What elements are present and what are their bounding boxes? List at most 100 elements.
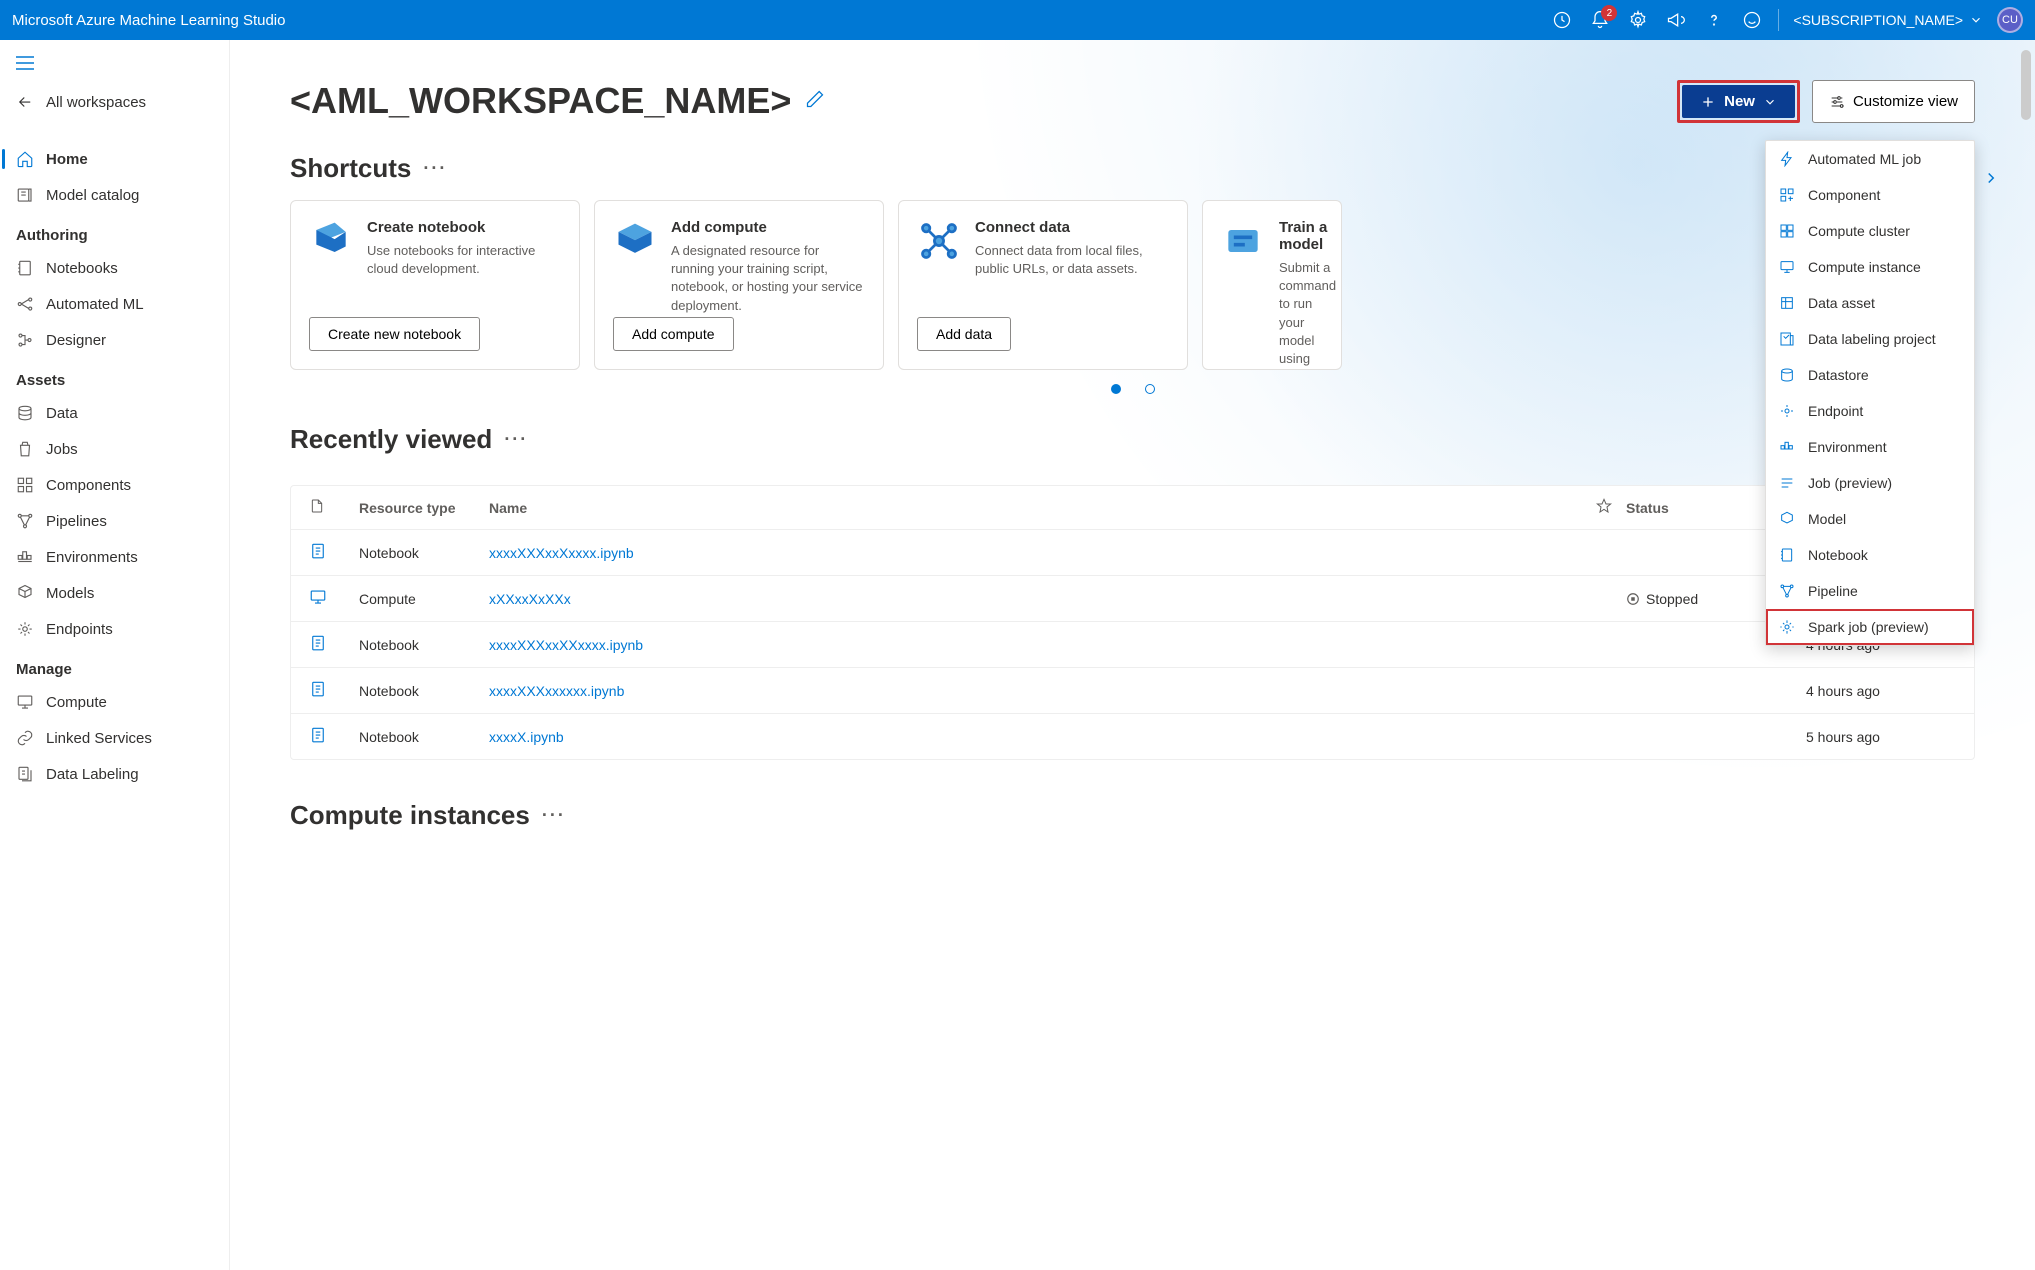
new-menu-data-asset[interactable]: Data asset — [1766, 285, 1974, 321]
shortcut-card: Connect dataConnect data from local file… — [898, 200, 1188, 370]
new-menu-compute-cluster[interactable]: Compute cluster — [1766, 213, 1974, 249]
new-button-highlight: New — [1677, 80, 1800, 123]
recent-icon[interactable] — [1550, 8, 1574, 32]
notebook-icon — [1778, 546, 1796, 564]
new-menu-component[interactable]: Component — [1766, 177, 1974, 213]
new-menu-model[interactable]: Model — [1766, 501, 1974, 537]
more-icon[interactable]: ··· — [423, 158, 447, 179]
job-icon — [1778, 474, 1796, 492]
automl-icon — [16, 295, 34, 313]
table-row[interactable]: Notebook xxxxXXXxxXXxxxx.ipynb 4 hours a… — [291, 622, 1974, 668]
divider — [1778, 9, 1779, 31]
more-icon[interactable]: ··· — [504, 429, 528, 450]
labeling-icon — [1778, 330, 1796, 348]
all-workspaces-label: All workspaces — [46, 94, 146, 111]
help-icon[interactable] — [1702, 8, 1726, 32]
sidebar-item-models[interactable]: Models — [0, 575, 229, 611]
new-menu-automated-ml-job[interactable]: Automated ML job — [1766, 141, 1974, 177]
new-menu-data-labeling[interactable]: Data labeling project — [1766, 321, 1974, 357]
new-menu-endpoint[interactable]: Endpoint — [1766, 393, 1974, 429]
table-row[interactable]: Notebook xxxxXXXxxxxxx.ipynb 4 hours ago — [291, 668, 1974, 714]
shortcut-desc: Connect data from local files, public UR… — [975, 242, 1169, 278]
workspace-title: <AML_WORKSPACE_NAME> — [290, 80, 791, 122]
table-row[interactable]: Notebook xxxxX.ipynb 5 hours ago — [291, 714, 1974, 759]
environment-icon — [1778, 438, 1796, 456]
new-menu-job[interactable]: Job (preview) — [1766, 465, 1974, 501]
new-menu-pipeline[interactable]: Pipeline — [1766, 573, 1974, 609]
resource-link[interactable]: xxxxXXXxxxxxx.ipynb — [489, 683, 1596, 699]
model-icon — [1778, 510, 1796, 528]
shortcuts-next-button[interactable] — [1977, 164, 2005, 192]
components-icon — [16, 476, 34, 494]
endpoint-icon — [1778, 402, 1796, 420]
sidebar-section-manage: Manage — [0, 647, 229, 684]
pager-dot[interactable] — [1111, 384, 1121, 394]
sidebar-item-linked-services[interactable]: Linked Services — [0, 720, 229, 756]
cluster-icon — [1778, 222, 1796, 240]
table-row[interactable]: Notebook xxxxXXXxxXxxxx.ipynb 3 hours ag… — [291, 530, 1974, 576]
compute-icon — [16, 693, 34, 711]
edit-icon[interactable] — [805, 89, 825, 114]
file-icon — [309, 498, 359, 517]
avatar[interactable]: CU — [1997, 7, 2023, 33]
add-compute-button[interactable]: Add compute — [613, 317, 734, 351]
new-button[interactable]: New — [1682, 85, 1795, 118]
arrow-left-icon — [16, 93, 34, 111]
sidebar-section-authoring: Authoring — [0, 213, 229, 250]
notebook-row-icon — [309, 680, 359, 701]
megaphone-icon[interactable] — [1664, 8, 1688, 32]
scrollbar-thumb[interactable] — [2021, 50, 2031, 120]
star-icon[interactable] — [1596, 498, 1626, 517]
collapse-sidebar-button[interactable] — [0, 48, 229, 83]
spark-icon — [1778, 618, 1796, 636]
all-workspaces-link[interactable]: All workspaces — [0, 83, 229, 121]
sidebar-item-data[interactable]: Data — [0, 395, 229, 431]
customize-view-button[interactable]: Customize view — [1812, 80, 1975, 123]
feedback-icon[interactable] — [1740, 8, 1764, 32]
dataasset-icon — [1778, 294, 1796, 312]
sidebar-item-automated-ml[interactable]: Automated ML — [0, 286, 229, 322]
endpoints-icon — [16, 620, 34, 638]
label-icon — [16, 765, 34, 783]
resource-link[interactable]: xxxxX.ipynb — [489, 729, 1596, 745]
pager-dot[interactable] — [1145, 384, 1155, 394]
subscription-selector[interactable]: <SUBSCRIPTION_NAME> — [1793, 12, 1983, 28]
new-menu-environment[interactable]: Environment — [1766, 429, 1974, 465]
add-data-button[interactable]: Add data — [917, 317, 1011, 351]
sidebar-item-designer[interactable]: Designer — [0, 322, 229, 358]
sidebar-item-components[interactable]: Components — [0, 467, 229, 503]
sidebar-item-home[interactable]: Home — [0, 141, 229, 177]
new-menu-notebook[interactable]: Notebook — [1766, 537, 1974, 573]
recent-heading: Recently viewed··· — [290, 424, 528, 455]
sidebar-item-endpoints[interactable]: Endpoints — [0, 611, 229, 647]
resource-link[interactable]: xxxxXXXxxXXxxxx.ipynb — [489, 637, 1596, 653]
resource-link[interactable]: xxxxXXXxxXxxxx.ipynb — [489, 545, 1596, 561]
sidebar-item-compute[interactable]: Compute — [0, 684, 229, 720]
more-icon[interactable]: ··· — [542, 805, 566, 826]
models-icon — [16, 584, 34, 602]
sidebar-item-environments[interactable]: Environments — [0, 539, 229, 575]
sidebar-item-jobs[interactable]: Jobs — [0, 431, 229, 467]
create-notebook-button[interactable]: Create new notebook — [309, 317, 480, 351]
chevron-down-icon — [1763, 95, 1777, 109]
table-row[interactable]: Compute xXXxxXxXXx Stopped 3 hours ago — [291, 576, 1974, 622]
new-menu-compute-instance[interactable]: Compute instance — [1766, 249, 1974, 285]
shortcut-desc: A designated resource for running your t… — [671, 242, 865, 315]
sidebar-item-model-catalog[interactable]: Model catalog — [0, 177, 229, 213]
new-menu-datastore[interactable]: Datastore — [1766, 357, 1974, 393]
settings-icon[interactable] — [1626, 8, 1650, 32]
resource-link[interactable]: xXXxxXxXXx — [489, 591, 1596, 607]
notebook-row-icon — [309, 542, 359, 563]
new-menu-spark-job[interactable]: Spark job (preview) — [1766, 609, 1974, 645]
shortcut-title: Create notebook — [367, 219, 561, 236]
notebook-card-icon — [309, 219, 353, 263]
shortcut-card: Train a modelSubmit a command to run you… — [1202, 200, 1342, 370]
shortcut-card: Create notebookUse notebooks for interac… — [290, 200, 580, 370]
data-icon — [16, 404, 34, 422]
sidebar-item-notebooks[interactable]: Notebooks — [0, 250, 229, 286]
sidebar-item-data-labeling[interactable]: Data Labeling — [0, 756, 229, 792]
sidebar-item-pipelines[interactable]: Pipelines — [0, 503, 229, 539]
train-card-icon — [1221, 219, 1265, 263]
notification-icon[interactable]: 2 — [1588, 8, 1612, 32]
notification-badge: 2 — [1601, 5, 1617, 21]
